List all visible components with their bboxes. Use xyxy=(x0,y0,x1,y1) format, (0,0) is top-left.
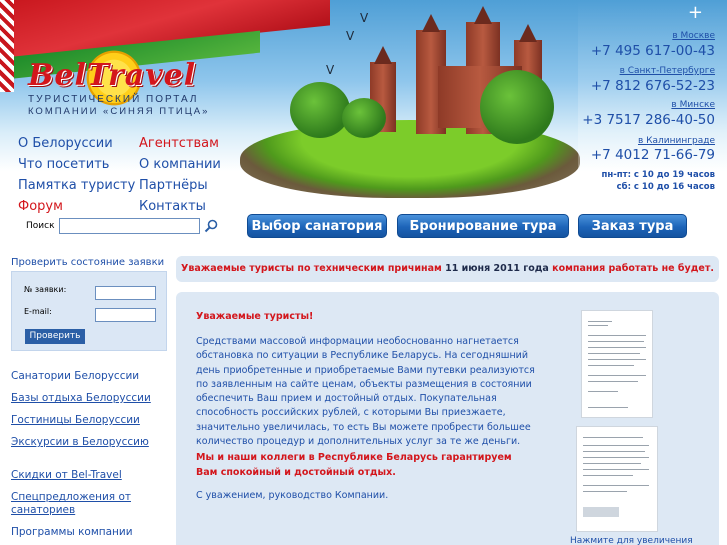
nav-link-agencies[interactable]: Агентствам xyxy=(139,136,219,151)
contacts-panel: + в Москве +7 495 617-00-43 в Санкт-Пете… xyxy=(578,0,727,214)
notice-part2: компания работать не будет. xyxy=(552,263,714,274)
greeting: Уважаемые туристы! xyxy=(196,311,314,322)
bird-icon: ᐯ xyxy=(346,29,355,43)
nav-link-tourist-memo[interactable]: Памятка туристу xyxy=(18,178,135,193)
search-icon[interactable] xyxy=(204,219,218,233)
closure-notice: Уважаемые туристы по техническим причина… xyxy=(176,256,719,282)
order-number-label: № заявки: xyxy=(24,285,67,294)
sidebar-link-discounts[interactable]: Скидки от Bel-Travel xyxy=(11,469,122,481)
bird-icon: ᐯ xyxy=(326,63,335,77)
search-input[interactable] xyxy=(59,218,200,234)
nav-link-partners[interactable]: Партнёры xyxy=(139,178,208,193)
nav-link-about-belarus[interactable]: О Белоруссии xyxy=(18,136,113,151)
city-link-minsk[interactable]: в Минске xyxy=(671,100,715,110)
sidebar-link-special-offers-2[interactable]: санаториев xyxy=(11,504,75,516)
tower-roof xyxy=(519,24,537,42)
search-tabs-bar: Поиск Выбор санатория Бронирование тура … xyxy=(0,214,727,240)
phone-kaliningrad: +7 4012 71-66-79 xyxy=(590,147,715,163)
sidebar-link-special-offers[interactable]: Спецпредложения от xyxy=(11,491,131,503)
sidebar-link-programs[interactable]: Программы компании xyxy=(11,526,133,538)
nav-link-contacts[interactable]: Контакты xyxy=(139,199,206,214)
city-link-spb[interactable]: в Санкт-Петербурге xyxy=(620,66,715,76)
nav-link-what-to-visit[interactable]: Что посетить xyxy=(18,157,109,172)
sidebar-link-sanatoriums[interactable]: Санатории Белоруссии xyxy=(11,370,139,382)
notice-date: 11 июня 2011 года xyxy=(445,263,549,274)
tab-choose-sanatorium[interactable]: Выбор санатория xyxy=(247,214,387,238)
check-order-form: № заявки: E-mail: Проверить xyxy=(11,271,167,351)
tower-roof xyxy=(474,6,492,24)
phone-spb: +7 812 676-52-23 xyxy=(590,78,715,94)
nav-link-about-company[interactable]: О компании xyxy=(139,157,221,172)
order-number-input[interactable] xyxy=(95,286,156,300)
phone-minsk: +3 7517 286-40-50 xyxy=(582,112,715,128)
tagline-company: КОМПАНИИ «СИНЯЯ ПТИЦА» xyxy=(28,106,210,117)
notice-part1: Уважаемые туристы по техническим причина… xyxy=(181,263,442,274)
sidebar: Проверить состояние заявки № заявки: E-m… xyxy=(0,240,172,545)
sidebar-link-hotels[interactable]: Гостиницы Белоруссии xyxy=(11,414,140,426)
tree xyxy=(342,98,386,138)
sidebar-link-excursions[interactable]: Экскурсии в Белоруссию xyxy=(11,436,149,448)
city-link-kaliningrad[interactable]: в Калининграде xyxy=(638,136,715,146)
zoom-hint[interactable]: Нажмите для увеличения xyxy=(570,536,693,545)
check-order-title: Проверить состояние заявки xyxy=(11,257,165,268)
site-logo[interactable]: BelTravel xyxy=(28,58,196,93)
search-label: Поиск xyxy=(26,221,55,231)
plus-icon[interactable]: + xyxy=(688,4,703,22)
bird-icon: ᐯ xyxy=(360,11,369,25)
tagline-portal: ТУРИСТИЧЕСКИЙ ПОРТАЛ xyxy=(28,94,199,105)
tower-roof xyxy=(374,46,392,64)
email-label: E-mail: xyxy=(24,307,52,316)
search-area: Поиск xyxy=(0,214,229,240)
hours-saturday: сб: с 10 до 16 часов xyxy=(616,182,715,192)
tab-order-tour[interactable]: Заказ тура xyxy=(578,214,687,238)
document-thumbnail[interactable] xyxy=(581,310,653,418)
phone-moscow: +7 495 617-00-43 xyxy=(590,43,715,59)
sidebar-link-resorts[interactable]: Базы отдыха Белоруссии xyxy=(11,392,151,404)
guarantee-text: Мы и наши коллеги в Республике Беларусь … xyxy=(196,452,512,478)
announcement-text: Средствами массовой информации необоснов… xyxy=(196,336,535,448)
city-link-moscow[interactable]: в Москве xyxy=(672,31,715,41)
castle-illustration: ᐯ ᐯ ᐯ xyxy=(230,0,580,214)
signature: С уважением, руководство Компании. xyxy=(196,490,389,501)
header-banner: BelTravel ТУРИСТИЧЕСКИЙ ПОРТАЛ КОМПАНИИ … xyxy=(0,0,727,214)
tower-roof xyxy=(422,14,440,32)
check-button[interactable]: Проверить xyxy=(25,329,85,344)
tree xyxy=(290,82,350,138)
email-input[interactable] xyxy=(95,308,156,322)
logo-text: BelTravel xyxy=(28,58,197,93)
tree xyxy=(480,70,554,144)
tab-book-tour[interactable]: Бронирование тура xyxy=(397,214,569,238)
flag-ornament xyxy=(0,0,14,92)
nav-link-forum[interactable]: Форум xyxy=(18,199,63,214)
hours-weekdays: пн-пт: с 10 до 19 часов xyxy=(601,170,716,180)
main-content: Уважаемые туристы! Средствами массовой и… xyxy=(176,292,719,545)
document-thumbnail[interactable] xyxy=(576,426,658,532)
